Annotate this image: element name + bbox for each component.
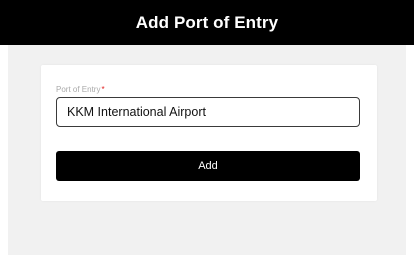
form-card: Port of Entry* Add: [41, 65, 377, 201]
port-of-entry-label-text: Port of Entry: [56, 85, 101, 94]
add-port-screen: Add Port of Entry Port of Entry* Add: [0, 0, 414, 255]
port-of-entry-input[interactable]: [56, 97, 360, 127]
add-button[interactable]: Add: [56, 151, 360, 181]
required-asterisk: *: [101, 85, 105, 94]
page-title: Add Port of Entry: [135, 12, 279, 32]
top-header: Add Port of Entry: [0, 0, 414, 45]
content-area: Port of Entry* Add: [8, 45, 406, 255]
port-of-entry-label: Port of Entry*: [56, 85, 105, 95]
